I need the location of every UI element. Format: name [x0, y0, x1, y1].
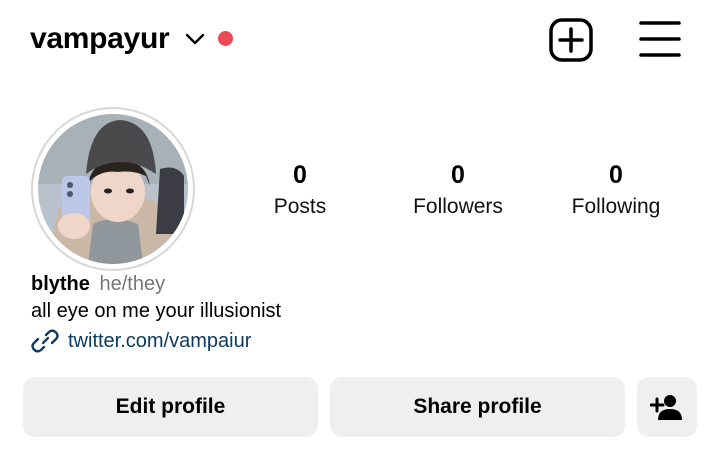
- person-add-icon: [650, 395, 682, 420]
- stat-following[interactable]: 0 Following: [536, 160, 696, 220]
- profile-name-line: blythe he/they: [31, 272, 165, 296]
- stat-followers-label: Followers: [413, 195, 503, 218]
- stat-followers-count: 0: [451, 161, 465, 189]
- notification-dot: [218, 31, 233, 46]
- chevron-down-icon[interactable]: [183, 28, 207, 50]
- stat-posts-count: 0: [293, 161, 307, 189]
- edit-profile-button[interactable]: Edit profile: [23, 377, 318, 437]
- avatar[interactable]: [38, 114, 188, 264]
- share-profile-button[interactable]: Share profile: [330, 377, 625, 437]
- stat-posts[interactable]: 0 Posts: [220, 160, 380, 220]
- profile-name: blythe: [31, 273, 90, 295]
- discover-people-button[interactable]: [637, 377, 697, 437]
- profile-link-text[interactable]: twitter.com/vampaiur: [68, 328, 251, 354]
- stat-following-label: Following: [571, 195, 661, 218]
- hamburger-menu-icon[interactable]: [638, 19, 682, 59]
- link-icon: [31, 329, 59, 353]
- profile-pronouns: he/they: [99, 273, 166, 295]
- profile-bio: all eye on me your illusionist: [31, 300, 282, 322]
- stat-posts-label: Posts: [273, 195, 327, 218]
- stat-following-count: 0: [609, 161, 623, 189]
- profile-username[interactable]: vampayur: [30, 20, 170, 58]
- profile-link[interactable]: twitter.com/vampaiur: [31, 327, 251, 355]
- stat-followers[interactable]: 0 Followers: [378, 160, 538, 220]
- new-post-icon[interactable]: [548, 17, 594, 63]
